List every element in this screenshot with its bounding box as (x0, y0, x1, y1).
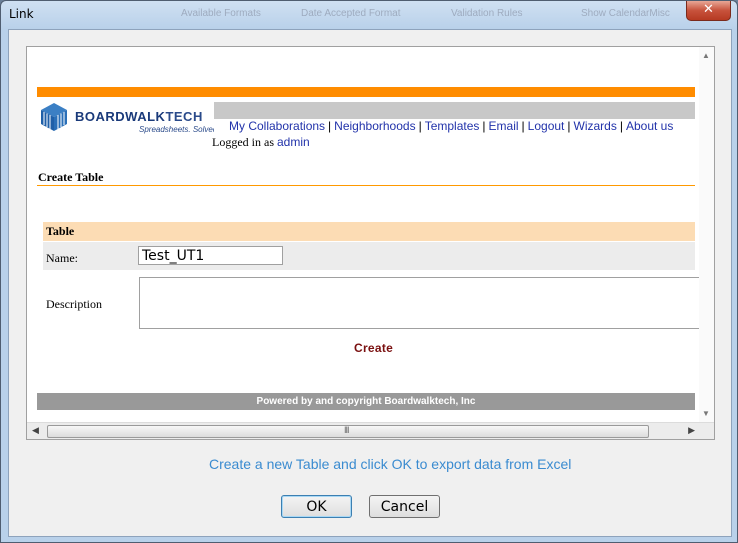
create-button[interactable]: Create (354, 341, 393, 355)
logo-cube-icon (41, 103, 67, 131)
ghost-tab: Show CalendarMisc (581, 8, 670, 19)
ghost-tab: Available Formats (181, 8, 261, 19)
name-label: Name: (46, 251, 78, 265)
nav-my-collaborations[interactable]: My Collaborations (229, 119, 325, 133)
close-button[interactable]: ✕ (686, 1, 731, 21)
section-divider (37, 185, 695, 186)
cancel-button[interactable]: Cancel (369, 495, 440, 518)
scroll-grip-icon: III (344, 425, 349, 435)
scroll-down-icon[interactable]: ▼ (702, 409, 710, 418)
title-bar[interactable]: Link Available Formats Date Accepted For… (1, 1, 737, 29)
top-navigation: My Collaborations | Neighborhoods | Template… (214, 102, 695, 135)
logged-in-status: Logged in as admin (212, 135, 310, 149)
boardwalktech-logo: BOARDWALKTECH Spreadsheets. Solved. (39, 102, 220, 136)
description-textarea[interactable] (139, 277, 714, 329)
page-footer: Powered by and copyright Boardwalktech, … (37, 393, 695, 410)
nav-wizards[interactable]: Wizards (574, 119, 617, 133)
table-section-header: Table (43, 222, 695, 241)
header-accent-bar (37, 87, 695, 97)
close-icon: ✕ (703, 2, 714, 17)
nav-links: My Collaborations | Neighborhoods | Template… (214, 119, 695, 135)
window-title: Link (9, 7, 34, 21)
ghost-tab: Date Accepted Format (301, 8, 401, 19)
nav-about-us[interactable]: About us (626, 119, 673, 133)
nav-logout[interactable]: Logout (528, 119, 565, 133)
user-link[interactable]: admin (277, 135, 310, 149)
nav-email[interactable]: Email (489, 119, 519, 133)
scroll-left-icon[interactable]: ◀ (32, 425, 39, 436)
brand-name: BOARDWALKTECH (75, 109, 203, 124)
description-row: Description (43, 273, 714, 330)
page-title: Create Table (38, 170, 104, 184)
ghost-tab: Validation Rules (451, 8, 523, 19)
instruction-text: Create a new Table and click OK to expor… (209, 456, 572, 472)
table-name-input[interactable]: Test_UT1 (138, 246, 283, 265)
horizontal-scrollbar[interactable]: ◀ III ▶ (27, 422, 714, 439)
ok-button[interactable]: OK (281, 495, 352, 518)
nav-neighborhoods[interactable]: Neighborhoods (334, 119, 415, 133)
background-taskbar-ghost: Available Formats Date Accepted Format V… (151, 3, 671, 27)
embedded-web-view: BOARDWALKTECH Spreadsheets. Solved. My C… (26, 46, 715, 440)
nav-templates[interactable]: Templates (425, 119, 480, 133)
description-label: Description (46, 297, 102, 311)
horizontal-scroll-thumb[interactable]: III (47, 425, 649, 438)
brand-tagline: Spreadsheets. Solved. (139, 125, 220, 134)
scroll-right-icon[interactable]: ▶ (688, 425, 695, 436)
scroll-up-icon[interactable]: ▲ (702, 51, 710, 60)
vertical-scrollbar[interactable]: ▲ ▼ (699, 47, 714, 422)
name-row: Name: Test_UT1 (43, 242, 695, 270)
dialog-client-area: BOARDWALKTECH Spreadsheets. Solved. My C… (8, 29, 732, 537)
link-dialog-window: Link Available Formats Date Accepted For… (0, 0, 738, 543)
